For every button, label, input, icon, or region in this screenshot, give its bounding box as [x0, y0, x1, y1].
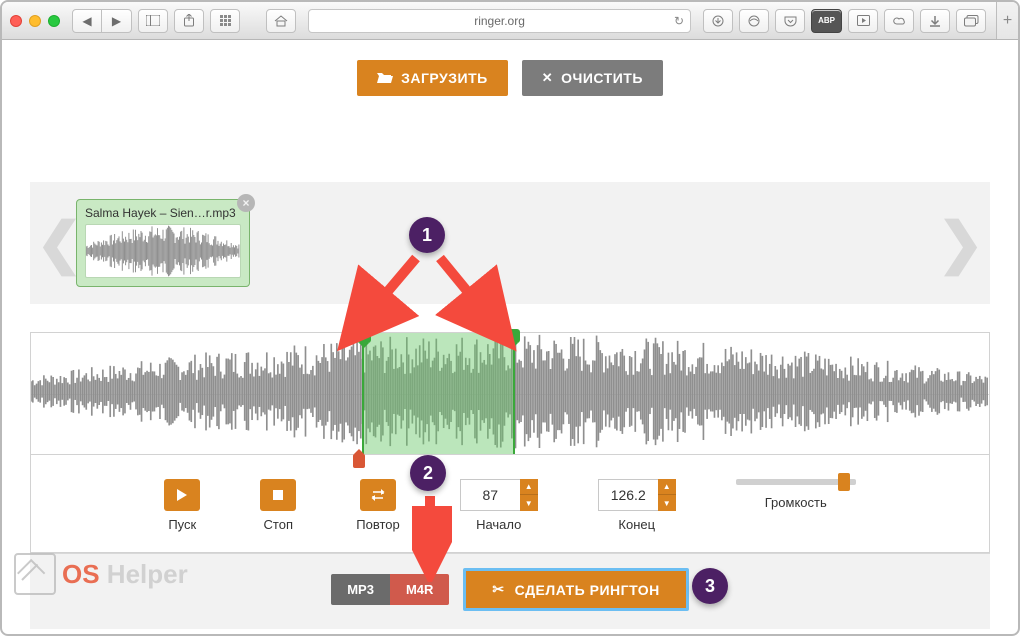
selection-handle-right[interactable]	[506, 329, 520, 343]
selection-handle-left[interactable]	[357, 329, 371, 343]
end-field: ▲ ▼	[598, 479, 676, 511]
make-ringtone-button[interactable]: ✂ СДЕЛАТЬ РИНГТОН	[463, 568, 688, 611]
end-up[interactable]: ▲	[658, 479, 676, 495]
start-control: ▲ ▼ Начало	[460, 479, 538, 532]
file-remove-icon[interactable]: ×	[237, 194, 255, 212]
pocket-icon	[784, 15, 797, 27]
page-content: ЗАГРУЗИТЬ ✕ ОЧИСТИТЬ ❮ ❯ × Salma Hayek –…	[2, 40, 1018, 636]
new-tab-button[interactable]: +	[996, 2, 1018, 39]
controls-row: Пуск Стоп Повтор ▲ ▼	[31, 455, 989, 552]
clear-button[interactable]: ✕ ОЧИСТИТЬ	[522, 60, 663, 96]
play-icon	[177, 489, 187, 501]
end-control: ▲ ▼ Конец	[598, 479, 676, 532]
waveform-area[interactable]	[31, 333, 989, 455]
volume-control: Громкость	[736, 479, 856, 510]
minimize-window-icon[interactable]	[29, 15, 41, 27]
ext3-button[interactable]	[884, 9, 914, 33]
start-spinner: ▲ ▼	[520, 479, 538, 511]
browser-titlebar: ◀ ▶ ringer.org ↻ ABP +	[2, 2, 1018, 40]
swirl-icon	[747, 15, 761, 27]
download-circle-icon	[712, 15, 724, 27]
start-input[interactable]	[460, 479, 520, 511]
tabs-icon	[964, 15, 979, 27]
url-text: ringer.org	[474, 14, 525, 28]
repeat-button[interactable]	[360, 479, 396, 511]
play-rect-icon	[857, 15, 870, 26]
play-control: Пуск	[164, 479, 200, 532]
sidebar-button[interactable]	[138, 9, 168, 33]
zoom-window-icon[interactable]	[48, 15, 60, 27]
downloads-button[interactable]	[703, 9, 733, 33]
nav-back-forward: ◀ ▶	[72, 9, 132, 33]
back-button[interactable]: ◀	[72, 9, 102, 33]
download2-button[interactable]	[920, 9, 950, 33]
top-actions: ЗАГРУЗИТЬ ✕ ОЧИСТИТЬ	[30, 60, 990, 96]
file-card[interactable]: × Salma Hayek – Sien…r.mp3	[76, 199, 250, 287]
play-button[interactable]	[164, 479, 200, 511]
sidebar-icon	[146, 15, 160, 26]
editor-panel: Пуск Стоп Повтор ▲ ▼	[30, 332, 990, 553]
pocket-button[interactable]	[775, 9, 805, 33]
upload-label: ЗАГРУЗИТЬ	[401, 70, 488, 86]
forward-button[interactable]: ▶	[102, 9, 132, 33]
close-icon: ✕	[542, 70, 553, 86]
repeat-control: Повтор	[356, 479, 399, 532]
stop-label: Стоп	[264, 517, 293, 532]
share-icon	[183, 14, 195, 27]
format-toggle[interactable]: MP3 M4R	[331, 574, 449, 605]
format-m4r[interactable]: M4R	[390, 574, 449, 605]
share-button[interactable]	[174, 9, 204, 33]
cta-label: СДЕЛАТЬ РИНГТОН	[515, 582, 660, 598]
stop-icon	[273, 490, 283, 500]
scissors-icon: ✂	[492, 581, 504, 598]
file-strip: ❮ ❯ × Salma Hayek – Sien…r.mp3	[30, 182, 990, 304]
play-label: Пуск	[168, 517, 196, 532]
grid-icon	[220, 15, 231, 26]
upload-button[interactable]: ЗАГРУЗИТЬ	[357, 60, 508, 96]
repeat-label: Повтор	[356, 517, 399, 532]
end-spinner: ▲ ▼	[658, 479, 676, 511]
clear-label: ОЧИСТИТЬ	[561, 70, 643, 86]
volume-knob[interactable]	[838, 473, 850, 491]
start-label: Начало	[476, 517, 521, 532]
file-wave-thumb	[85, 224, 241, 278]
url-bar[interactable]: ringer.org ↻	[308, 9, 691, 33]
home-button[interactable]	[266, 9, 296, 33]
ext2-button[interactable]	[848, 9, 878, 33]
end-label: Конец	[618, 517, 655, 532]
home-icon	[274, 15, 288, 27]
selection-range[interactable]	[362, 333, 515, 454]
ext1-button[interactable]	[739, 9, 769, 33]
annotation-bubble-1: 1	[409, 217, 445, 253]
file-name: Salma Hayek – Sien…r.mp3	[85, 206, 241, 220]
start-field: ▲ ▼	[460, 479, 538, 511]
top-sites-button[interactable]	[210, 9, 240, 33]
tabs-button[interactable]	[956, 9, 986, 33]
annotation-bubble-2: 2	[410, 455, 446, 491]
abp-button[interactable]: ABP	[811, 9, 842, 33]
end-down[interactable]: ▼	[658, 495, 676, 511]
download-icon	[929, 15, 941, 27]
strip-next[interactable]: ❯	[937, 210, 984, 276]
stop-control: Стоп	[260, 479, 296, 532]
watermark: OS Helper	[14, 553, 188, 595]
volume-label: Громкость	[765, 495, 827, 510]
end-input[interactable]	[598, 479, 658, 511]
folder-open-icon	[377, 71, 393, 86]
start-up[interactable]: ▲	[520, 479, 538, 495]
start-down[interactable]: ▼	[520, 495, 538, 511]
cloud-icon	[893, 15, 906, 27]
playhead-marker[interactable]	[353, 454, 365, 468]
close-window-icon[interactable]	[10, 15, 22, 27]
watermark-cursor-icon	[14, 553, 56, 595]
watermark-text: OS Helper	[62, 559, 188, 590]
volume-slider[interactable]	[736, 479, 856, 485]
reload-icon[interactable]: ↻	[674, 14, 684, 28]
window-controls	[10, 15, 60, 27]
stop-button[interactable]	[260, 479, 296, 511]
format-mp3[interactable]: MP3	[331, 574, 390, 605]
repeat-icon	[370, 488, 386, 502]
annotation-bubble-3: 3	[692, 568, 728, 604]
